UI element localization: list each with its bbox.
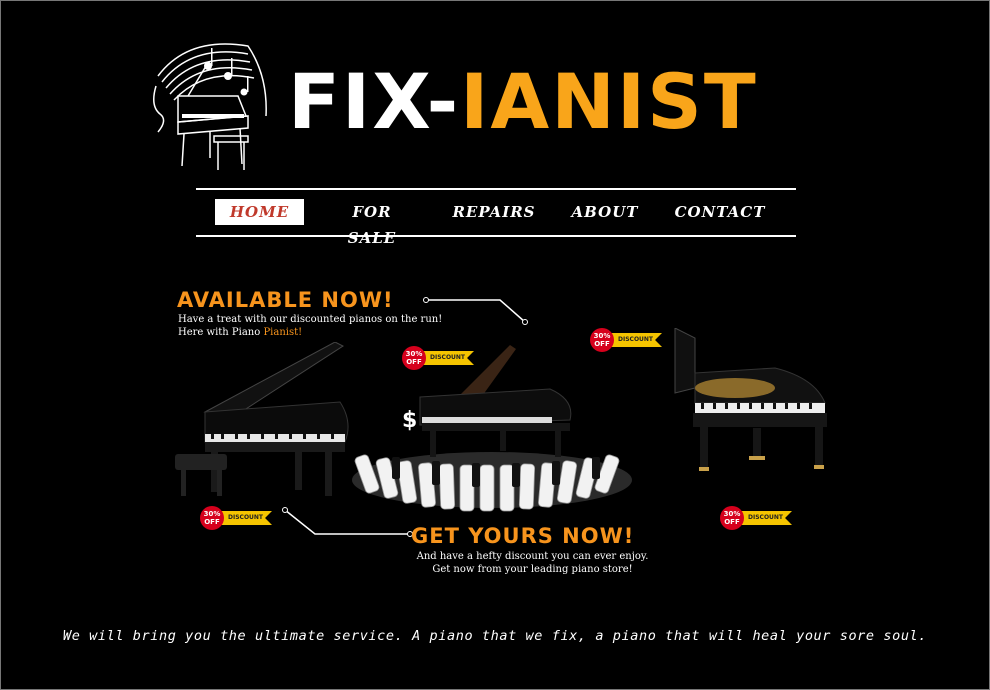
get-yours-heading: GET YOURS NOW! [411,524,635,548]
nav-bottom-divider [196,235,796,237]
nav-item-repairs[interactable]: REPAIRS [451,199,537,225]
badge-off: OFF [594,340,610,348]
grand-piano-left-image [175,342,349,496]
brand-part-orange: IANIST [460,57,758,146]
nav-item-home[interactable]: HOME [215,199,304,225]
badge-percent: 30% [593,332,611,340]
badge-off: OFF [204,518,220,526]
brand-title[interactable]: FIX-IANIST [288,62,758,142]
nav-item-contact[interactable]: CONTACT [674,199,766,225]
nav-top-divider [196,188,796,190]
discount-circle: 30% OFF [200,506,224,530]
nav-item-for-sale[interactable]: FOR SALE [326,199,418,247]
grand-piano-right-image [674,328,827,471]
discount-badge-center: 30% OFF DISCOUNT [402,346,474,370]
piano-logo-icon [153,43,267,170]
get-yours-text: And have a hefty discount you can ever e… [410,550,655,576]
badge-percent: 30% [723,510,741,518]
badge-off: OFF [724,518,740,526]
badge-percent: 30% [203,510,221,518]
get-line-2: Get now from your leading piano store! [432,564,633,575]
available-line-2: Here with Piano Pianist! [178,326,442,339]
grand-piano-center-image [352,345,632,512]
nav-item-about[interactable]: ABOUT [569,199,641,225]
hero-banner[interactable]: AVAILABLE NOW! Have a treat with our dis… [170,280,840,580]
badge-off: OFF [406,358,422,366]
discount-badge-right-top: 30% OFF DISCOUNT [590,328,662,352]
discount-circle: 30% OFF [402,346,426,370]
available-line-2-highlight: Pianist! [263,327,303,338]
main-nav: HOME FOR SALE REPAIRS ABOUT CONTACT [196,199,796,247]
footer-tagline: We will bring you the ultimate service. … [62,628,928,644]
discount-badge-left: 30% OFF DISCOUNT [200,506,272,530]
available-line-2-prefix: Here with Piano [178,327,264,338]
dollar-symbol: $ [402,408,418,433]
available-now-text: Have a treat with our discounted pianos … [178,313,442,339]
discount-circle: 30% OFF [720,506,744,530]
brand-part-white: FIX- [288,57,461,146]
discount-circle: 30% OFF [590,328,614,352]
discount-badge-right-bottom: 30% OFF DISCOUNT [720,506,792,530]
available-line-1: Have a treat with our discounted pianos … [178,314,443,325]
badge-percent: 30% [405,350,423,358]
available-now-heading: AVAILABLE NOW! [177,288,394,312]
get-line-1: And have a hefty discount you can ever e… [416,551,649,562]
